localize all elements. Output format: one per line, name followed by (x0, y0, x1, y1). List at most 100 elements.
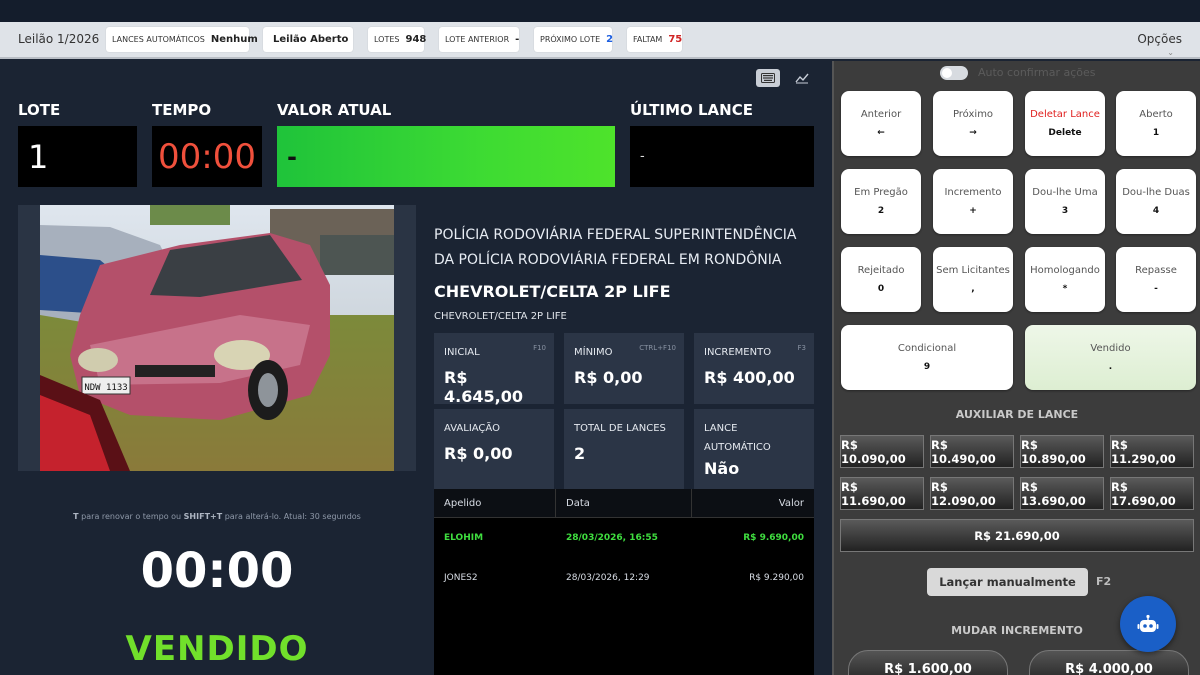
auxiliar-de-lance-title: AUXILIAR DE LANCE (955, 408, 1079, 421)
lot-subtitle: CHEVROLET/CELTA 2P LIFE (434, 311, 567, 322)
keyboard-view-icon[interactable] (756, 69, 780, 87)
bids-table-header: Apelido Data Valor (434, 488, 814, 518)
chip-auction-status[interactable]: Leilão Aberto (263, 27, 353, 52)
button-label: Anterior (860, 109, 902, 120)
button-label: Incremento (944, 187, 1002, 198)
card-shortcut: CTRL+F10 (639, 344, 676, 352)
anterior-button[interactable]: Anterior ← (841, 91, 921, 156)
bids-table: Apelido Data Valor ELOHIM 28/03/2026, 16… (434, 488, 814, 675)
aux-bid-button[interactable]: R$ 10.490,00 (930, 435, 1014, 468)
lot-status-sold: VENDIDO (125, 629, 309, 669)
chip-value: 75 (668, 34, 683, 45)
hint-text: para renovar o tempo ou (78, 512, 184, 521)
plate-text: NDW 1133 (84, 383, 127, 393)
aux-bid-button[interactable]: R$ 12.090,00 (930, 477, 1014, 510)
card-shortcut: F3 (797, 344, 806, 352)
chip-lances-automaticos[interactable]: LANCES AUTOMÁTICOS Nenhum (106, 27, 258, 52)
column-header-data[interactable]: Data (556, 488, 692, 518)
ultimo-lance-value: - (630, 126, 814, 187)
increment-option-button[interactable]: R$ 1.600,00 (848, 650, 1008, 675)
button-shortcut: 0 (877, 284, 885, 294)
agency-name: POLÍCIA RODOVIÁRIA FEDERAL SUPERINTENDÊN… (434, 227, 797, 268)
ultimo-lance-label: ÚLTIMO LANCE (630, 101, 753, 119)
car-photo-image: NDW 1133 (40, 205, 394, 471)
chip-faltam[interactable]: FALTAM 75 (627, 27, 682, 52)
button-shortcut: 4 (1152, 206, 1160, 216)
button-label: Dou-lhe Duas (1122, 187, 1190, 198)
lot-photo[interactable]: NDW 1133 (18, 205, 416, 471)
countdown-timer: 00:00 (140, 543, 294, 599)
aberto-button[interactable]: Aberto 1 (1116, 91, 1196, 156)
button-label: Rejeitado (857, 265, 905, 276)
chevron-down-icon: ⌄ (1167, 48, 1174, 57)
aux-bid-button[interactable]: R$ 13.690,00 (1020, 477, 1104, 510)
rejeitado-button[interactable]: Rejeitado 0 (841, 247, 921, 312)
status-label: Leilão Aberto (273, 34, 349, 45)
card-minimo[interactable]: MÍNIMO CTRL+F10 R$ 0,00 (564, 333, 684, 404)
condicional-button[interactable]: Condicional 9 (841, 325, 1013, 390)
deletar-lance-button[interactable]: Deletar Lance Delete (1025, 91, 1105, 156)
button-shortcut: 9 (923, 362, 931, 372)
bid-valor: R$ 9.290,00 (749, 573, 804, 583)
button-shortcut: , (971, 284, 975, 294)
card-label: INCREMENTO (704, 347, 772, 358)
repasse-button[interactable]: Repasse - (1116, 247, 1196, 312)
aux-bid-button[interactable]: R$ 10.090,00 (840, 435, 924, 468)
chip-value: - (515, 34, 520, 45)
chip-label: LOTE ANTERIOR (445, 35, 510, 44)
card-inicial[interactable]: INICIAL F10 R$ 4.645,00 (434, 333, 554, 406)
sem-licitantes-button[interactable]: Sem Licitantes , (933, 247, 1013, 312)
button-label: Dou-lhe Uma (1032, 187, 1098, 198)
chart-view-icon[interactable] (790, 69, 814, 87)
homologando-button[interactable]: Homologando * (1025, 247, 1105, 312)
chip-lote-anterior[interactable]: LOTE ANTERIOR - (439, 27, 519, 52)
bid-data: 28/03/2026, 16:55 (566, 533, 658, 543)
table-row[interactable]: JONES2 28/03/2026, 12:29 R$ 9.290,00 (434, 558, 814, 598)
button-label: Homologando (1030, 265, 1100, 276)
chip-value: 2 (606, 34, 614, 45)
button-label: Vendido (1090, 343, 1131, 354)
aux-bid-button[interactable]: R$ 11.690,00 (840, 477, 924, 510)
button-shortcut: * (1062, 284, 1068, 294)
column-header-apelido[interactable]: Apelido (434, 488, 556, 518)
aux-bid-button[interactable]: R$ 17.690,00 (1110, 477, 1194, 510)
valor-atual-label: VALOR ATUAL (277, 101, 392, 119)
view-switcher (756, 69, 814, 87)
lancar-manualmente-button[interactable]: Lançar manualmente (927, 568, 1088, 596)
card-incremento[interactable]: INCREMENTO F3 R$ 400,00 (694, 333, 814, 404)
assistant-bot-button[interactable] (1120, 596, 1176, 652)
auto-confirm-toggle[interactable] (940, 66, 968, 80)
vendido-button[interactable]: Vendido . (1025, 325, 1196, 390)
button-shortcut: Delete (1048, 128, 1082, 138)
lote-label: LOTE (18, 101, 61, 119)
auto-confirm-label: Auto confirmar ações (978, 66, 1096, 79)
chip-label: LOTES (374, 35, 400, 44)
bid-apelido: ELOHIM (444, 533, 484, 543)
card-value: R$ 0,00 (444, 444, 513, 463)
button-label: Próximo (952, 109, 994, 120)
table-row[interactable]: ELOHIM 28/03/2026, 16:55 R$ 9.690,00 (434, 518, 814, 558)
em-pregao-button[interactable]: Em Pregão 2 (841, 169, 921, 234)
timer-hint: T para renovar o tempo ou SHIFT+T para a… (18, 512, 416, 521)
aux-bid-button[interactable]: R$ 10.890,00 (1020, 435, 1104, 468)
card-value: R$ 0,00 (574, 368, 643, 387)
aux-bid-button[interactable]: R$ 11.290,00 (1110, 435, 1194, 468)
aux-bid-button[interactable]: R$ 21.690,00 (840, 519, 1194, 552)
card-value: Não (704, 459, 740, 478)
dou-lhe-uma-button[interactable]: Dou-lhe Uma 3 (1025, 169, 1105, 234)
bid-apelido: JONES2 (444, 573, 478, 583)
tempo-value: 00:00 (152, 126, 262, 187)
dou-lhe-duas-button[interactable]: Dou-lhe Duas 4 (1116, 169, 1196, 234)
button-shortcut: 2 (877, 206, 885, 216)
proximo-button[interactable]: Próximo → (933, 91, 1013, 156)
chip-proximo-lote[interactable]: PRÓXIMO LOTE 2 (534, 27, 614, 52)
manual-shortcut: F2 (1096, 575, 1112, 588)
card-avaliacao: AVALIAÇÃO R$ 0,00 (434, 409, 554, 489)
button-shortcut: ← (877, 128, 885, 138)
increment-option-button[interactable]: R$ 4.000,00 (1029, 650, 1189, 675)
button-shortcut: + (969, 206, 977, 216)
options-menu[interactable]: Opções (1137, 32, 1182, 46)
column-header-valor[interactable]: Valor (692, 489, 814, 518)
incremento-button[interactable]: Incremento + (933, 169, 1013, 234)
chip-lotes[interactable]: LOTES 948 (368, 27, 426, 52)
